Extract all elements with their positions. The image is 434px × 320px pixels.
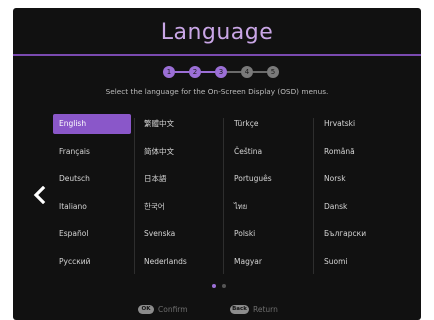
language-option[interactable]: ไทย bbox=[228, 197, 306, 217]
language-option[interactable]: Norsk bbox=[318, 169, 396, 189]
column-divider bbox=[223, 118, 224, 274]
step-2: 2 bbox=[189, 66, 201, 78]
step-indicator: 1 2 3 4 5 bbox=[163, 66, 281, 80]
language-option[interactable]: Deutsch bbox=[53, 169, 131, 189]
instruction-text: Select the language for the On-Screen Di… bbox=[105, 87, 329, 96]
language-option[interactable]: Türkçe bbox=[228, 114, 306, 134]
language-option[interactable]: Dansk bbox=[318, 197, 396, 217]
language-option[interactable]: Polski bbox=[228, 224, 306, 244]
language-option[interactable]: Български bbox=[318, 224, 396, 244]
confirm-label: Confirm bbox=[158, 305, 188, 314]
step-3: 3 bbox=[215, 66, 227, 78]
title-divider bbox=[13, 54, 421, 56]
step-connector bbox=[227, 71, 241, 73]
step-4: 4 bbox=[241, 66, 253, 78]
osd-screen: Language 1 2 3 4 5 Select the language for t… bbox=[13, 8, 421, 320]
footer-hints: OK Confirm Back Return bbox=[13, 304, 421, 318]
language-option[interactable]: Nederlands bbox=[138, 252, 216, 272]
language-option[interactable]: Italiano bbox=[53, 197, 131, 217]
language-option[interactable]: Português bbox=[228, 169, 306, 189]
column-divider bbox=[134, 118, 135, 274]
step-connector bbox=[201, 71, 215, 73]
step-connector bbox=[253, 71, 267, 73]
language-option[interactable]: 繁體中文 bbox=[138, 114, 216, 134]
language-option[interactable]: Hrvatski bbox=[318, 114, 396, 134]
page-dot[interactable] bbox=[212, 284, 216, 288]
ok-key-badge: OK bbox=[138, 305, 154, 314]
back-key-badge: Back bbox=[230, 305, 249, 314]
page-indicator bbox=[13, 284, 421, 292]
language-option[interactable]: 简体中文 bbox=[138, 142, 216, 162]
page-title: Language bbox=[160, 20, 274, 45]
language-option[interactable]: Svenska bbox=[138, 224, 216, 244]
language-option[interactable]: English bbox=[53, 114, 131, 134]
column-divider bbox=[313, 118, 314, 274]
language-option[interactable]: Română bbox=[318, 142, 396, 162]
step-1: 1 bbox=[163, 66, 175, 78]
language-option[interactable]: Suomi bbox=[318, 252, 396, 272]
language-grid: English Français Deutsch Italiano Español Рус… bbox=[53, 114, 379, 282]
language-option[interactable]: Čeština bbox=[228, 142, 306, 162]
language-option[interactable]: Español bbox=[53, 224, 131, 244]
page-dot[interactable] bbox=[222, 284, 226, 288]
language-option[interactable]: Magyar bbox=[228, 252, 306, 272]
chevron-left-icon[interactable] bbox=[33, 185, 47, 205]
language-option[interactable]: 日本語 bbox=[138, 169, 216, 189]
return-label: Return bbox=[253, 305, 278, 314]
step-connector bbox=[175, 71, 189, 73]
language-option[interactable]: Français bbox=[53, 142, 131, 162]
language-option[interactable]: 한국어 bbox=[138, 197, 216, 217]
step-5: 5 bbox=[267, 66, 279, 78]
language-option[interactable]: Русский bbox=[53, 252, 131, 272]
